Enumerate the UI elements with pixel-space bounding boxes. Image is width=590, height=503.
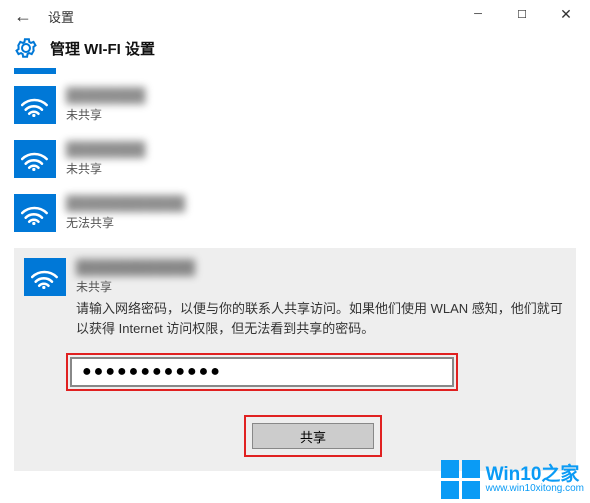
list-item[interactable]: ████████████ 无法共享 bbox=[14, 188, 576, 242]
network-status: 未共享 bbox=[66, 106, 576, 123]
password-highlight bbox=[66, 353, 458, 391]
network-name: ████████ bbox=[66, 140, 576, 158]
list-item-info: ████████████ 未共享 请输入网络密码，以便与你的联系人共享访问。如果… bbox=[76, 258, 566, 339]
page-header: 管理 WI-FI 设置 bbox=[0, 32, 590, 70]
network-name: ████████████ bbox=[76, 258, 566, 276]
network-status: 未共享 bbox=[66, 160, 576, 177]
network-name: ████████ bbox=[66, 86, 576, 104]
wifi-icon bbox=[24, 258, 66, 296]
share-description: 请输入网络密码，以便与你的联系人共享访问。如果他们使用 WLAN 感知，他们就可… bbox=[76, 299, 566, 339]
list-item[interactable]: ████████ 未共享 bbox=[14, 80, 576, 134]
back-button[interactable]: ← bbox=[14, 6, 32, 27]
wifi-icon bbox=[14, 140, 56, 178]
share-highlight: 共享 bbox=[244, 415, 382, 457]
maximize-button[interactable]: ☐ bbox=[500, 0, 544, 28]
titlebar: ← 设置 ─ ☐ ✕ bbox=[0, 0, 590, 32]
close-button[interactable]: ✕ bbox=[544, 0, 588, 28]
window-title: 设置 bbox=[48, 7, 74, 26]
list-item-info: ████████ 未共享 bbox=[66, 86, 576, 123]
wifi-icon bbox=[14, 86, 56, 124]
share-button[interactable]: 共享 bbox=[252, 423, 374, 449]
list-item: ████████████ 未共享 请输入网络密码，以便与你的联系人共享访问。如果… bbox=[24, 258, 566, 339]
wifi-icon bbox=[14, 68, 56, 74]
list-item[interactable] bbox=[14, 68, 576, 80]
network-status: 无法共享 bbox=[66, 214, 576, 231]
minimize-button[interactable]: ─ bbox=[456, 0, 500, 28]
list-item-info: ████████ 未共享 bbox=[66, 140, 576, 177]
page-title: 管理 WI-FI 设置 bbox=[50, 38, 155, 59]
network-name: ████████████ bbox=[66, 194, 576, 212]
watermark-line2: www.win10xitong.com bbox=[486, 484, 584, 494]
list-item[interactable]: ████████ 未共享 bbox=[14, 134, 576, 188]
window-controls: ─ ☐ ✕ bbox=[456, 0, 588, 28]
network-list: ████████ 未共享 ████████ 未共享 ████████████ 无… bbox=[0, 80, 590, 242]
password-input[interactable] bbox=[70, 357, 454, 387]
selected-network-panel: ████████████ 未共享 请输入网络密码，以便与你的联系人共享访问。如果… bbox=[14, 248, 576, 471]
gear-icon bbox=[14, 36, 38, 60]
list-item-info: ████████████ 无法共享 bbox=[66, 194, 576, 231]
network-status: 未共享 bbox=[76, 278, 566, 295]
wifi-icon bbox=[14, 194, 56, 232]
